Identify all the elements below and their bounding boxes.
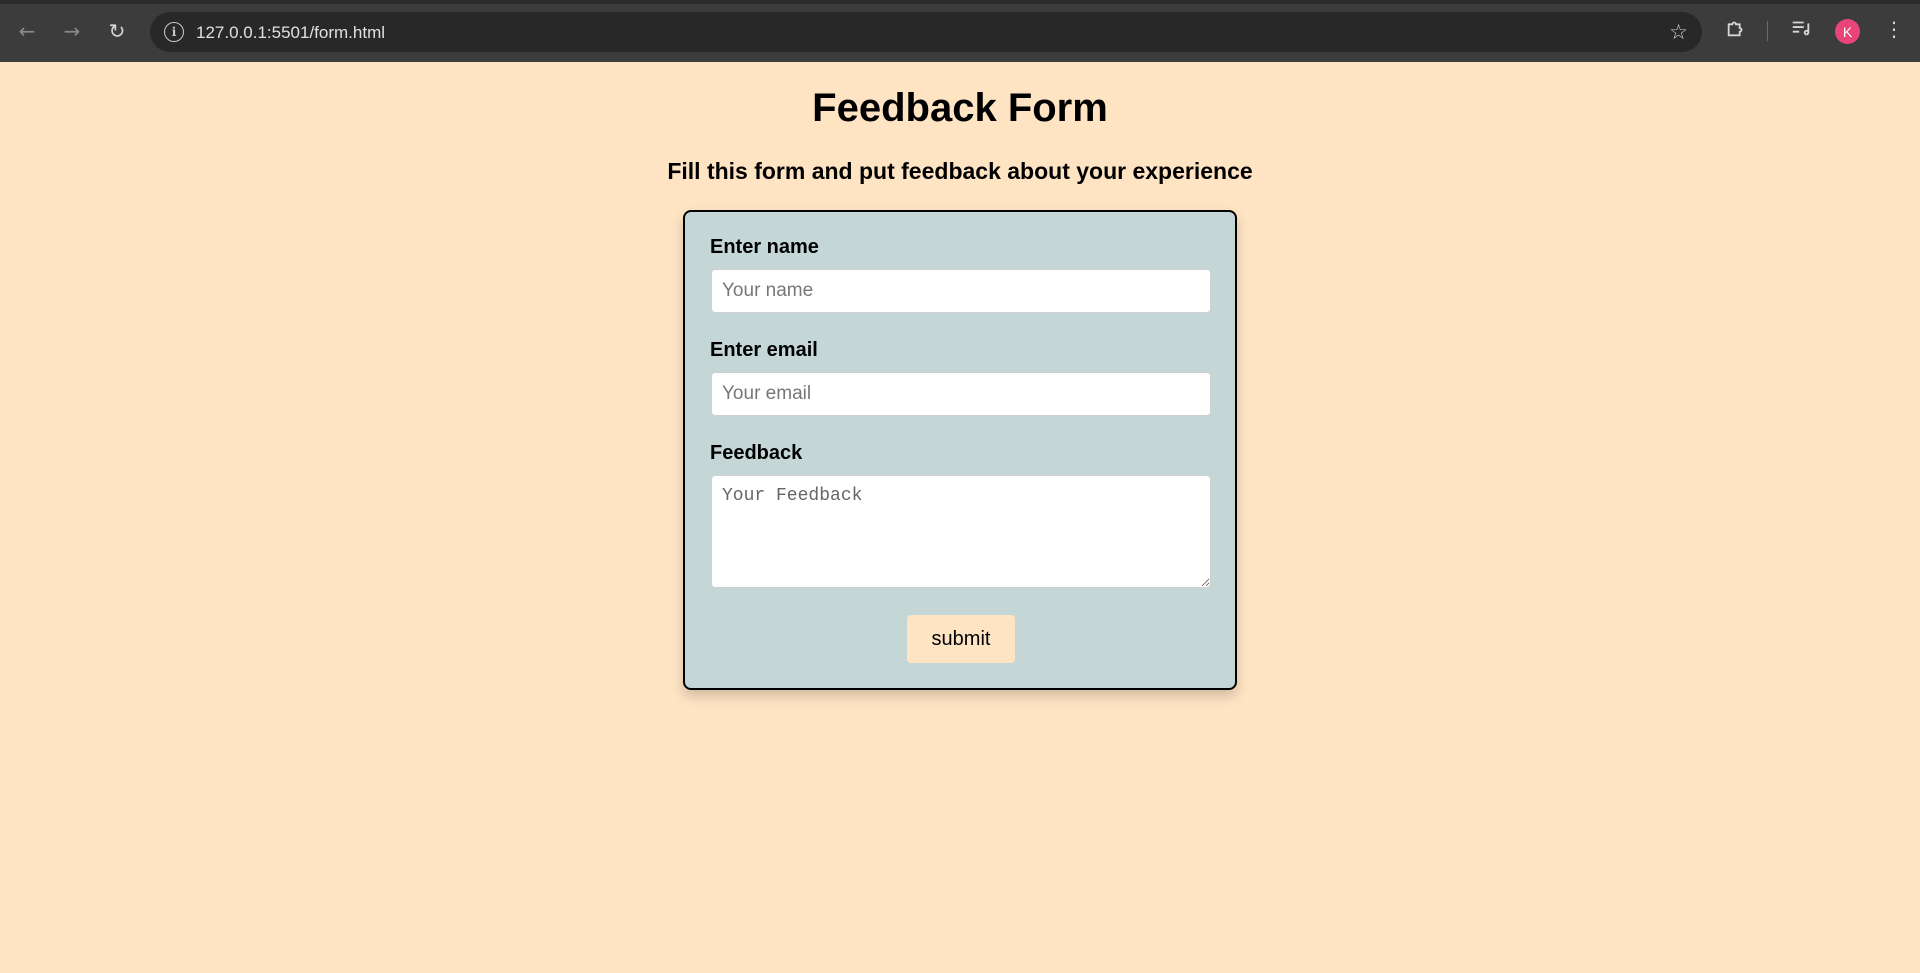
site-info-icon[interactable]: i — [164, 22, 184, 42]
page-subtitle: Fill this form and put feedback about yo… — [667, 158, 1253, 184]
bookmark-star-icon[interactable]: ☆ — [1669, 20, 1688, 44]
extensions-puzzle-icon[interactable] — [1725, 17, 1747, 44]
url-text[interactable]: 127.0.0.1:5501/form.html — [196, 23, 385, 43]
forward-arrow-icon[interactable]: → — [57, 16, 87, 46]
reload-icon[interactable]: ↻ — [102, 16, 132, 46]
toolbar-divider — [1767, 21, 1768, 41]
tab-strip — [0, 0, 1920, 4]
address-bar[interactable]: i 127.0.0.1:5501/form.html ☆ — [150, 12, 1702, 52]
browser-toolbar: ← → ↻ i 127.0.0.1:5501/form.html ☆ K ⋮ — [0, 0, 1920, 62]
media-controls-icon[interactable] — [1790, 17, 1812, 44]
name-input[interactable] — [711, 269, 1211, 313]
name-label: Enter name — [710, 236, 819, 258]
feedback-label: Feedback — [710, 442, 803, 464]
profile-avatar[interactable]: K — [1835, 19, 1860, 44]
feedback-form: Enter name Enter email Feedback submit — [683, 210, 1237, 690]
page-title: Feedback Form — [812, 86, 1108, 130]
feedback-textarea[interactable] — [711, 475, 1211, 588]
back-arrow-icon[interactable]: ← — [12, 16, 42, 46]
submit-button[interactable]: submit — [907, 615, 1015, 663]
page-content: Feedback Form Fill this form and put fee… — [0, 62, 1920, 973]
kebab-menu-icon[interactable]: ⋮ — [1884, 17, 1904, 41]
email-input[interactable] — [711, 372, 1211, 416]
email-label: Enter email — [710, 339, 818, 361]
